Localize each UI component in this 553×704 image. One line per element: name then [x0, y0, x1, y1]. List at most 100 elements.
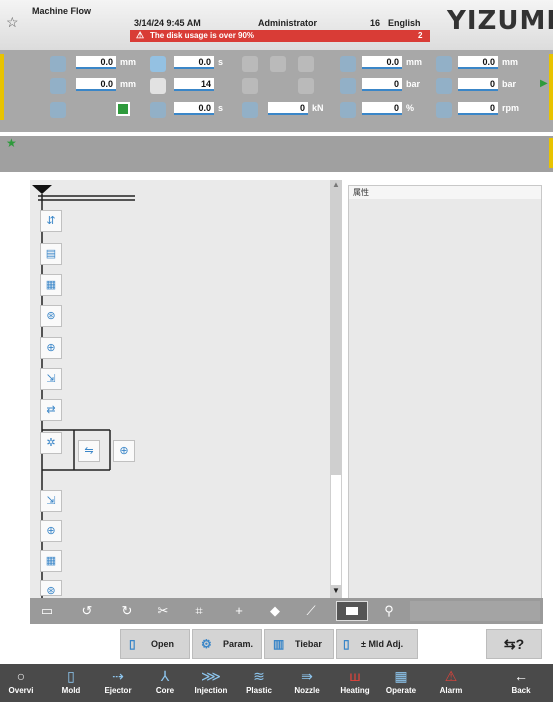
operate-icon: ▦: [394, 668, 408, 684]
status-unit: %: [406, 103, 415, 113]
tiebar-button[interactable]: ▥ Tiebar: [264, 629, 334, 659]
view-icon: [346, 607, 358, 615]
flow-step-ejector[interactable]: ⊕: [40, 520, 62, 542]
help-button[interactable]: ⇆?: [486, 629, 542, 659]
erase-icon[interactable]: ◆: [262, 600, 288, 622]
flow-step-mold-close[interactable]: ⇵: [40, 210, 62, 232]
zoom-icon[interactable]: ⚲: [376, 600, 402, 622]
nav-mold-label: Mold: [61, 686, 81, 695]
mold-adjust-label: ± Mld Adj.: [361, 639, 404, 649]
nav-operate[interactable]: ▦ Operate: [380, 666, 422, 704]
help-icon: ⇆?: [503, 636, 525, 652]
status-unit: s: [218, 103, 224, 113]
link-icon[interactable]: ⟋: [298, 600, 324, 622]
open-label: Open: [151, 639, 175, 649]
nav-back[interactable]: ← Back: [500, 666, 542, 704]
open-button[interactable]: ▯ Open: [120, 629, 190, 659]
mold-icon: ▯: [67, 668, 75, 684]
flow-step-counter[interactable]: ▦: [40, 550, 62, 572]
status-unit: mm: [406, 57, 423, 67]
flow-step-core-out[interactable]: ⊕: [113, 440, 135, 462]
mold-position-icon: [50, 56, 66, 72]
nav-plastic[interactable]: ≋ Plastic: [238, 666, 280, 704]
alarm-banner[interactable]: ⚠ The disk usage is over 90% 2: [130, 30, 430, 42]
tiebar-icon: ▥: [273, 637, 285, 651]
nav-core[interactable]: ⅄ Core: [144, 666, 186, 704]
properties-panel: [348, 185, 542, 600]
tool-icon[interactable]: ✂: [150, 600, 176, 622]
undo-icon[interactable]: ↺: [74, 600, 100, 622]
nav-alarm[interactable]: ⚠ Alarm: [430, 666, 472, 704]
nav-nozzle[interactable]: ⇛ Nozzle: [286, 666, 328, 704]
bottom-navigation: ○ Overvi ▯ Mold ⇢ Ejector ⅄ Core ⋙ Injec…: [0, 664, 553, 702]
nozzle-icon: ⇛: [301, 668, 313, 684]
param-icon: ⚙: [201, 637, 212, 651]
flow-step-cooling[interactable]: ✲: [40, 432, 62, 454]
nav-ejector[interactable]: ⇢ Ejector: [97, 666, 139, 704]
status-panel: ▶ 0.0 mm 0.0 s 0.0 mm 0.0 mm 0.0 mm 14 0…: [0, 50, 553, 132]
top-header: ☆ Machine Flow 3/14/24 9:45 AM Administr…: [0, 0, 553, 50]
nav-heating[interactable]: ш Heating: [334, 666, 376, 704]
right-highlight-bar: [549, 54, 553, 120]
status-unit: bar: [406, 79, 421, 89]
nav-injection[interactable]: ⋙ Injection: [190, 666, 232, 704]
save-icon[interactable]: ▭: [34, 600, 60, 622]
param-button[interactable]: ⚙ Param.: [192, 629, 262, 659]
flow-step-mold-open[interactable]: ⇲: [40, 490, 62, 512]
nav-nozzle-label: Nozzle: [294, 686, 320, 695]
status-unit: bar: [502, 79, 517, 89]
nav-plastic-label: Plastic: [246, 686, 272, 695]
flow-step-nozzle[interactable]: ⇄: [40, 399, 62, 421]
view-toggle[interactable]: [336, 601, 368, 621]
core-icon: ⅄: [160, 668, 170, 684]
editor-toolbar: ▭ ↺ ↻ ✂ ⌗ + ◆ ⟋ ⚲: [30, 598, 543, 624]
flow-step-core-in[interactable]: ⇋: [78, 440, 100, 462]
status-value: 0.0: [174, 56, 214, 69]
scroll-down-icon[interactable]: ▼: [332, 586, 340, 595]
disabled-icon: [242, 78, 258, 94]
add-icon[interactable]: +: [226, 600, 252, 622]
status-value: 0.0: [362, 56, 402, 69]
flow-step-clamp[interactable]: ▤: [40, 243, 62, 265]
nav-mold[interactable]: ▯ Mold: [50, 666, 92, 704]
tiebar-label: Tiebar: [295, 639, 322, 649]
disabled-icon: [298, 78, 314, 94]
language-select[interactable]: English: [388, 18, 421, 28]
properties-title: 属性: [349, 186, 541, 199]
flow-step-hold[interactable]: ⊛: [40, 305, 62, 327]
status-unit: mm: [502, 57, 519, 67]
scrollbar-thumb[interactable]: [331, 475, 341, 585]
disabled-icon: [270, 56, 286, 72]
status-value: 0.0: [76, 56, 116, 69]
favorite-star-icon[interactable]: ☆: [6, 14, 19, 31]
nav-overview[interactable]: ○ Overvi: [0, 666, 42, 704]
user-name[interactable]: Administrator: [258, 18, 317, 28]
left-highlight-bar: [0, 54, 4, 120]
mold-adjust-button[interactable]: ▯ ± Mld Adj.: [336, 629, 418, 659]
crop-icon[interactable]: ⌗: [186, 600, 212, 622]
cooling-icon: [150, 102, 166, 118]
nav-alarm-label: Alarm: [439, 686, 463, 695]
scroll-up-icon[interactable]: ▲: [332, 180, 340, 189]
status-value: 0.0: [458, 56, 498, 69]
nav-injection-label: Injection: [194, 686, 228, 695]
flow-step-decompress[interactable]: ⇲: [40, 368, 62, 390]
redo-icon[interactable]: ↻: [114, 600, 140, 622]
speed-icon: [340, 102, 356, 118]
disabled-icon: [242, 56, 258, 72]
brand-logo: YIZUMI: [447, 6, 553, 36]
heating-icon: ш: [349, 668, 361, 684]
status-value: 14: [174, 78, 214, 91]
expand-arrow-icon[interactable]: ▶: [540, 78, 548, 89]
counter-icon: [150, 78, 166, 94]
status-indicator: [116, 102, 130, 116]
status-unit: mm: [120, 57, 137, 67]
flow-lines: [32, 185, 135, 602]
flow-step-injection[interactable]: ▦: [40, 274, 62, 296]
flow-step-charge[interactable]: ⊕: [40, 337, 62, 359]
clamp-force-icon: [242, 102, 258, 118]
plastic-icon: ≋: [253, 668, 265, 684]
nav-overview-label: Overvi: [8, 686, 34, 695]
screw-position-icon: [436, 56, 452, 72]
flow-step-next[interactable]: ⊛: [40, 580, 62, 597]
